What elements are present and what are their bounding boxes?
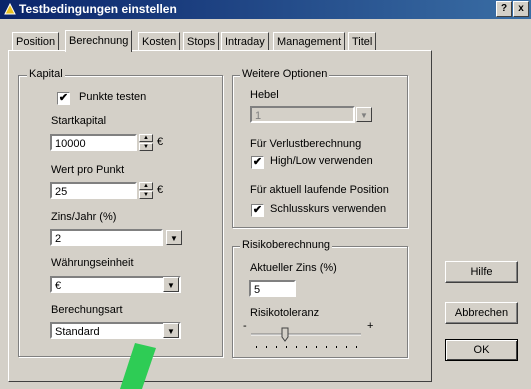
weitere-optionen-title: Weitere Optionen [240,68,330,80]
spin-down-icon[interactable]: ▼ [139,143,153,151]
spin-up-icon[interactable]: ▲ [139,182,153,190]
aktueller-zins-input[interactable]: 5 [249,280,296,297]
tab-stops[interactable]: Stops [183,32,220,51]
hebel-dropdown-icon[interactable]: ▼ [356,107,372,122]
zins-input[interactable]: 2 [50,229,163,246]
kapital-group-title: Kapital [27,68,65,80]
tab-berechnung[interactable]: Berechnung [65,30,133,52]
waehrung-dropdown-icon[interactable]: ▼ [163,277,179,292]
berechnungsart-select[interactable]: Standard [50,322,181,339]
spin-down-icon[interactable]: ▼ [139,191,153,199]
verlustberechnung-label: Für Verlustberechnung [250,138,362,150]
hebel-select[interactable]: 1 [250,106,355,123]
punkte-testen-checkbox[interactable]: ✔ [57,92,70,105]
ok-button[interactable]: OK [445,339,518,361]
hilfe-button[interactable]: Hilfe [445,261,518,283]
wert-pro-punkt-unit: € [157,184,164,196]
tab-intraday[interactable]: Intraday [221,32,269,51]
aktueller-zins-label: Aktueller Zins (%) [250,262,337,274]
startkapital-spinner[interactable]: ▲ ▼ [139,134,153,151]
tab-position[interactable]: Position [12,32,60,51]
wert-pro-punkt-label: Wert pro Punkt [51,164,125,176]
slider-max-label: + [367,320,374,332]
spin-up-icon[interactable]: ▲ [139,134,153,142]
slider-thumb-icon [281,327,289,342]
high-low-label: High/Low verwenden [270,155,373,167]
wert-pro-punkt-spinner[interactable]: ▲ ▼ [139,182,153,199]
risikotoleranz-label: Risikotoleranz [250,307,320,319]
schlusskurs-label: Schlusskurs verwenden [270,203,387,215]
risikotoleranz-slider[interactable] [249,326,364,354]
schlusskurs-checkbox[interactable]: ✔ [251,204,264,217]
berechnungsart-dropdown-icon[interactable]: ▼ [163,323,179,338]
waehrung-label: Währungseinheit [51,257,134,269]
laufende-position-label: Für aktuell laufende Position [250,184,389,196]
risikoberechnung-title: Risikoberechnung [240,239,333,251]
slider-min-label: - [243,320,247,332]
green-arrow-icon [120,343,156,389]
high-low-checkbox[interactable]: ✔ [251,156,264,169]
zins-label: Zins/Jahr (%) [51,211,117,223]
berechnungsart-label: Berechungsart [51,304,123,316]
help-title-button[interactable]: ? [496,1,512,17]
close-title-button[interactable]: x [513,1,529,17]
tab-kosten[interactable]: Kosten [138,32,181,51]
window-title: Testbedingungen einstellen [19,2,177,16]
tab-management[interactable]: Management [273,32,346,51]
abbrechen-button[interactable]: Abbrechen [445,302,518,324]
tab-titel[interactable]: Titel [348,32,377,51]
wert-pro-punkt-input[interactable]: 25 [50,182,137,199]
app-icon [4,2,16,15]
punkte-testen-label: Punkte testen [79,91,147,103]
startkapital-unit: € [157,136,164,148]
waehrung-select[interactable]: € [50,276,181,293]
startkapital-label: Startkapital [51,115,107,127]
hebel-label: Hebel [250,89,279,101]
startkapital-input[interactable]: 10000 [50,134,137,151]
zins-dropdown-icon[interactable]: ▼ [166,230,182,245]
title-bar: Testbedingungen einstellen ? x [0,0,531,19]
